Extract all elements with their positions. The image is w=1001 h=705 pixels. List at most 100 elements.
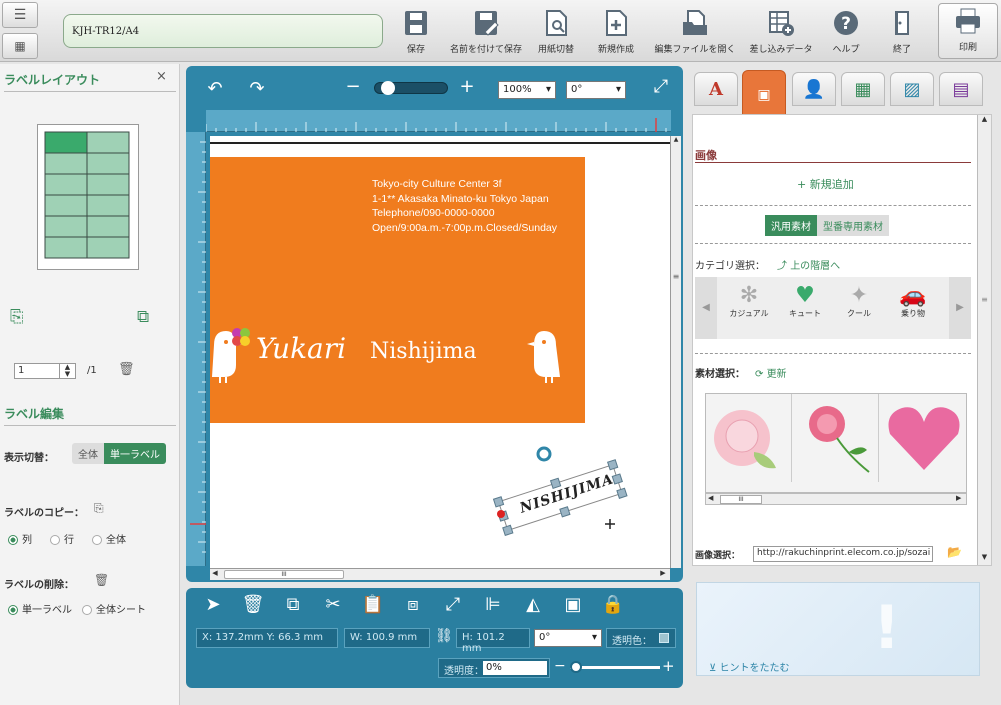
copy-option-column[interactable]: 列 bbox=[8, 531, 32, 546]
vertical-scrollbar[interactable]: ▲ ≡ bbox=[670, 136, 681, 568]
folder-icon[interactable]: 📂 bbox=[947, 545, 962, 559]
category-casual[interactable]: ✻ カジュアル bbox=[721, 283, 777, 319]
category-cool[interactable]: ✦ クール bbox=[831, 283, 887, 319]
object-rotation-dropdown[interactable]: 0° ▾ bbox=[534, 629, 602, 647]
copy-option-row[interactable]: 行 bbox=[50, 531, 74, 546]
add-new-button[interactable]: + 新規追加 bbox=[797, 176, 854, 192]
carousel-next-icon[interactable]: ▶ bbox=[949, 277, 971, 339]
color-swatch[interactable] bbox=[659, 633, 669, 643]
height-field[interactable]: H: 101.2 mm bbox=[456, 628, 530, 654]
layout-preview[interactable] bbox=[37, 124, 139, 270]
width-field[interactable]: W: 100.9 mm bbox=[344, 628, 430, 648]
rotate-handle-icon[interactable] bbox=[536, 446, 552, 462]
page-number-stepper[interactable]: 1 ▲ ▼ bbox=[14, 363, 76, 379]
add-page-icon[interactable]: ⎘ bbox=[10, 307, 24, 327]
print-button[interactable]: 印刷 bbox=[938, 3, 998, 59]
select-tool-button[interactable]: ➤ bbox=[198, 594, 228, 624]
horizontal-scrollbar[interactable]: ◀ III ▶ bbox=[210, 568, 670, 580]
redo-button[interactable]: ↷ bbox=[242, 78, 272, 108]
rotation-dropdown[interactable]: 0° ▾ bbox=[566, 81, 626, 99]
open-file-button[interactable]: 編集ファイルを開く bbox=[650, 6, 740, 58]
scroll-down-icon[interactable]: ▼ bbox=[978, 553, 991, 561]
copy-icon[interactable]: ⎘ bbox=[94, 501, 104, 516]
address-text-block[interactable]: Tokyo-city Culture Center 3f 1-1** Akasa… bbox=[372, 177, 557, 235]
category-vehicle[interactable]: 🚗 乗り物 bbox=[885, 283, 941, 319]
link-aspect-button[interactable]: ⛓ bbox=[433, 628, 455, 648]
opacity-plus-icon[interactable]: + bbox=[662, 657, 675, 675]
up-level-link[interactable]: ⤴ 上の階層へ bbox=[777, 257, 840, 272]
delete-option-single[interactable]: 単一ラベル bbox=[8, 601, 72, 616]
zoom-dropdown[interactable]: 100% ▾ bbox=[498, 81, 556, 99]
fit-screen-button[interactable]: ⤢ bbox=[646, 76, 676, 106]
scroll-left-icon[interactable]: ◀ bbox=[210, 569, 220, 580]
pink-heart-image[interactable] bbox=[880, 394, 966, 482]
scroll-thumb[interactable]: III bbox=[224, 570, 344, 579]
delete-icon[interactable]: 🗑 bbox=[94, 573, 109, 587]
copy-button[interactable]: ⧉ bbox=[278, 594, 308, 624]
position-xy-field[interactable]: X: 137.2mm Y: 66.3 mm bbox=[196, 628, 338, 648]
align-button[interactable]: ⊫ bbox=[478, 594, 508, 624]
close-panel-button[interactable]: × bbox=[156, 69, 167, 84]
bird-right-icon[interactable] bbox=[518, 325, 562, 387]
grid-view-button[interactable]: ▦ bbox=[2, 33, 38, 59]
zoom-slider[interactable] bbox=[374, 81, 448, 95]
lock-button[interactable]: 🔒 bbox=[598, 594, 628, 624]
undo-button[interactable]: ↶ bbox=[200, 78, 230, 108]
stepper-arrows-icon[interactable]: ▲ ▼ bbox=[59, 364, 75, 378]
zoom-out-button[interactable]: − bbox=[338, 76, 368, 106]
zoom-in-button[interactable]: + bbox=[452, 76, 482, 106]
frame-button[interactable]: ▣ bbox=[558, 594, 588, 624]
exit-button[interactable]: 終了 bbox=[866, 6, 938, 58]
design-canvas[interactable]: Tokyo-city Culture Center 3f 1-1** Akasa… bbox=[210, 136, 670, 568]
cut-button[interactable]: ✂ bbox=[318, 594, 348, 624]
carousel-prev-icon[interactable]: ◀ bbox=[695, 277, 717, 339]
scroll-thumb[interactable]: III bbox=[720, 495, 762, 504]
tab-general-material[interactable]: 汎用素材 bbox=[765, 215, 817, 236]
rose-stem-image[interactable] bbox=[793, 394, 879, 482]
tab-qr[interactable]: ▦ bbox=[841, 72, 885, 106]
display-all-toggle[interactable]: 全体 bbox=[72, 443, 104, 464]
opacity-minus-icon[interactable]: − bbox=[554, 658, 566, 674]
document-name-field[interactable]: KJH-TR12/A4 bbox=[63, 14, 383, 48]
tab-pattern[interactable]: ▨ bbox=[890, 72, 934, 106]
tab-image[interactable]: ▣ bbox=[742, 70, 786, 120]
scroll-left-icon[interactable]: ◀ bbox=[708, 494, 718, 502]
opacity-slider[interactable] bbox=[570, 661, 660, 673]
tab-person[interactable]: 👤 bbox=[792, 72, 836, 106]
duplicate-page-icon[interactable]: ⧉ bbox=[137, 307, 149, 327]
copy-option-all[interactable]: 全体 bbox=[92, 531, 126, 546]
new-document-button[interactable]: 新規作成 bbox=[580, 6, 652, 58]
rose-outline-image[interactable] bbox=[706, 394, 792, 482]
transparent-color-field[interactable]: 透明色： bbox=[606, 628, 676, 648]
anchor-point[interactable] bbox=[497, 510, 505, 518]
scroll-up-icon[interactable]: ▲ bbox=[671, 136, 681, 144]
clover-icon[interactable] bbox=[228, 324, 254, 350]
merge-data-button[interactable]: 差し込みデータ bbox=[742, 6, 820, 58]
tab-text[interactable]: A bbox=[694, 72, 738, 106]
scroll-up-icon[interactable]: ▲ bbox=[978, 115, 991, 123]
arrange-button[interactable]: ⧈ bbox=[398, 594, 428, 624]
category-cute[interactable]: ♥ キュート bbox=[777, 283, 833, 319]
scroll-right-icon[interactable]: ▶ bbox=[956, 494, 966, 502]
selected-text-object[interactable]: NISHIJIMA bbox=[490, 446, 640, 537]
save-button[interactable]: 保存 bbox=[380, 6, 452, 58]
collapse-hint-button[interactable]: ⊻ ヒントをたたむ bbox=[709, 659, 790, 674]
scroll-right-icon[interactable]: ▶ bbox=[658, 569, 668, 580]
delete-option-sheet[interactable]: 全体シート bbox=[82, 601, 146, 616]
trash-icon[interactable]: 🗑 bbox=[118, 362, 135, 377]
name-serif-text[interactable]: Nishijima bbox=[370, 339, 477, 364]
refresh-button[interactable]: ⟳ 更新 bbox=[755, 365, 787, 380]
menu-button[interactable]: ☰ bbox=[2, 2, 38, 28]
name-script-text[interactable]: Yukari bbox=[256, 332, 346, 365]
image-panel-scrollbar[interactable]: ▲ ≡ ▼ bbox=[977, 115, 991, 565]
save-as-button[interactable]: 名前を付けて保存 bbox=[450, 6, 522, 58]
opacity-value[interactable]: 0% bbox=[483, 661, 547, 675]
thumbnail-scrollbar[interactable]: ◀ III ▶ bbox=[705, 493, 967, 505]
zoom-slider-handle[interactable] bbox=[381, 81, 395, 95]
opacity-field[interactable]: 透明度： 0% bbox=[438, 658, 550, 678]
tab-model-material[interactable]: 型番専用素材 bbox=[817, 215, 889, 236]
image-url-field[interactable]: http://rakuchinprint.elecom.co.jp/sozai bbox=[753, 546, 933, 562]
fill-button[interactable]: ◭ bbox=[518, 594, 548, 624]
label-card[interactable]: Tokyo-city Culture Center 3f 1-1** Akasa… bbox=[210, 157, 585, 423]
delete-button[interactable]: 🗑 bbox=[238, 594, 268, 624]
